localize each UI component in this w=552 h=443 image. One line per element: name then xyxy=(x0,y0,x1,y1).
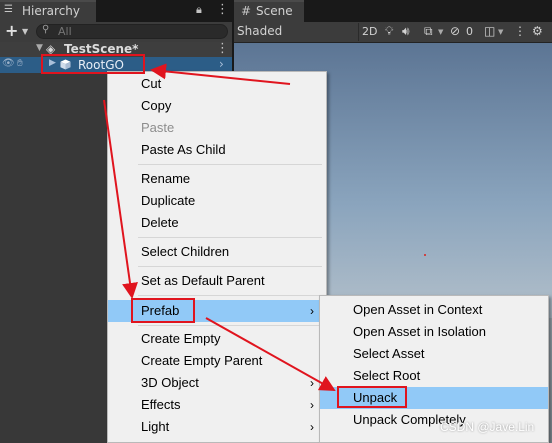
hidden-count: 0 xyxy=(466,25,473,38)
grid-icon: # xyxy=(241,4,252,18)
submenu-item-open-asset-context[interactable]: Open Asset in Context xyxy=(320,299,548,321)
menu-item-copy[interactable]: Copy xyxy=(108,95,326,117)
menu-item-create-empty[interactable]: Create Empty xyxy=(108,328,326,350)
add-button[interactable]: + xyxy=(5,23,18,39)
submenu-arrow-icon: › xyxy=(310,398,314,412)
effects-icon[interactable]: ⧉ xyxy=(424,22,433,41)
effects-dropdown-icon[interactable]: ▼ xyxy=(438,28,443,36)
menu-item-paste: Paste xyxy=(141,120,175,135)
menu-separator xyxy=(138,295,322,296)
toolbar-divider xyxy=(358,23,359,41)
menu-item-effects[interactable]: Effects › xyxy=(108,394,326,416)
annotation-box-prefab xyxy=(131,298,195,323)
menu-item-set-default-parent[interactable]: Set as Default Parent xyxy=(108,270,326,292)
lighting-icon[interactable]: 💡︎ xyxy=(385,22,393,41)
menu-item-light[interactable]: Light › xyxy=(108,416,326,438)
kebab-menu-icon[interactable]: ⋮ xyxy=(216,2,229,17)
scene-kebab-icon[interactable]: ⋮ xyxy=(216,41,229,56)
menu-item-light-label: Light xyxy=(141,419,170,434)
hidden-objects-icon[interactable]: ⊘ xyxy=(450,22,460,41)
menu-separator xyxy=(138,266,322,267)
gizmo-icon[interactable]: ◫ xyxy=(484,22,495,41)
pickable-icon[interactable]: ✋︎ xyxy=(17,58,23,69)
search-icon: ⚲ xyxy=(42,24,50,35)
lock-icon[interactable]: 🔒︎ xyxy=(196,3,202,17)
shading-mode-select[interactable]: Shaded xyxy=(237,22,282,41)
menu-item-3d-object-label: 3D Object xyxy=(141,375,199,390)
menu-separator xyxy=(138,164,322,165)
menu-item-cut[interactable]: Cut xyxy=(108,73,326,95)
submenu-item-select-asset[interactable]: Select Asset xyxy=(320,343,548,365)
watermark: CSDN @Jave.Lin xyxy=(440,420,535,434)
menu-separator xyxy=(138,237,322,238)
annotation-box-unpack xyxy=(337,386,407,408)
settings-icon[interactable]: ⚙ xyxy=(532,22,543,41)
search-input[interactable] xyxy=(58,24,218,39)
submenu-arrow-icon: › xyxy=(310,376,314,390)
menu-item-paste-as-child[interactable]: Paste As Child xyxy=(108,139,326,161)
annotation-box-rootgo xyxy=(41,54,145,74)
audio-icon[interactable]: 🔊︎ xyxy=(402,22,410,41)
submenu-arrow-icon: › xyxy=(310,420,314,434)
2d-toggle-button[interactable]: 2D xyxy=(362,22,377,41)
expand-arrow-icon[interactable]: ▼ xyxy=(36,43,43,53)
menu-item-create-empty-parent[interactable]: Create Empty Parent xyxy=(108,350,326,372)
list-icon: ☰ xyxy=(4,4,13,15)
hierarchy-tab-title: Hierarchy xyxy=(22,4,81,18)
menu-item-duplicate[interactable]: Duplicate xyxy=(108,190,326,212)
menu-item-rename[interactable]: Rename xyxy=(108,168,326,190)
more-icon[interactable]: ⋮ xyxy=(514,22,526,41)
context-menu: Cut Copy Paste Paste As Child Rename Dup… xyxy=(107,71,327,443)
chevron-right-icon[interactable]: › xyxy=(219,57,224,71)
scene-tab-title: Scene xyxy=(256,4,293,18)
menu-separator xyxy=(138,325,322,326)
submenu-item-open-asset-isolation[interactable]: Open Asset in Isolation xyxy=(320,321,548,343)
visibility-icon[interactable]: 👁︎ xyxy=(2,58,15,69)
submenu-arrow-icon: › xyxy=(310,304,314,318)
submenu-item-select-root[interactable]: Select Root xyxy=(320,365,548,387)
viewport-marker xyxy=(424,254,426,256)
menu-item-3d-object[interactable]: 3D Object › xyxy=(108,372,326,394)
menu-item-select-children[interactable]: Select Children xyxy=(108,241,326,263)
menu-item-delete[interactable]: Delete xyxy=(108,212,326,234)
dropdown-arrow-icon[interactable]: ▼ xyxy=(22,27,28,36)
menu-item-effects-label: Effects xyxy=(141,397,181,412)
gizmo-dropdown-icon[interactable]: ▼ xyxy=(498,28,503,36)
